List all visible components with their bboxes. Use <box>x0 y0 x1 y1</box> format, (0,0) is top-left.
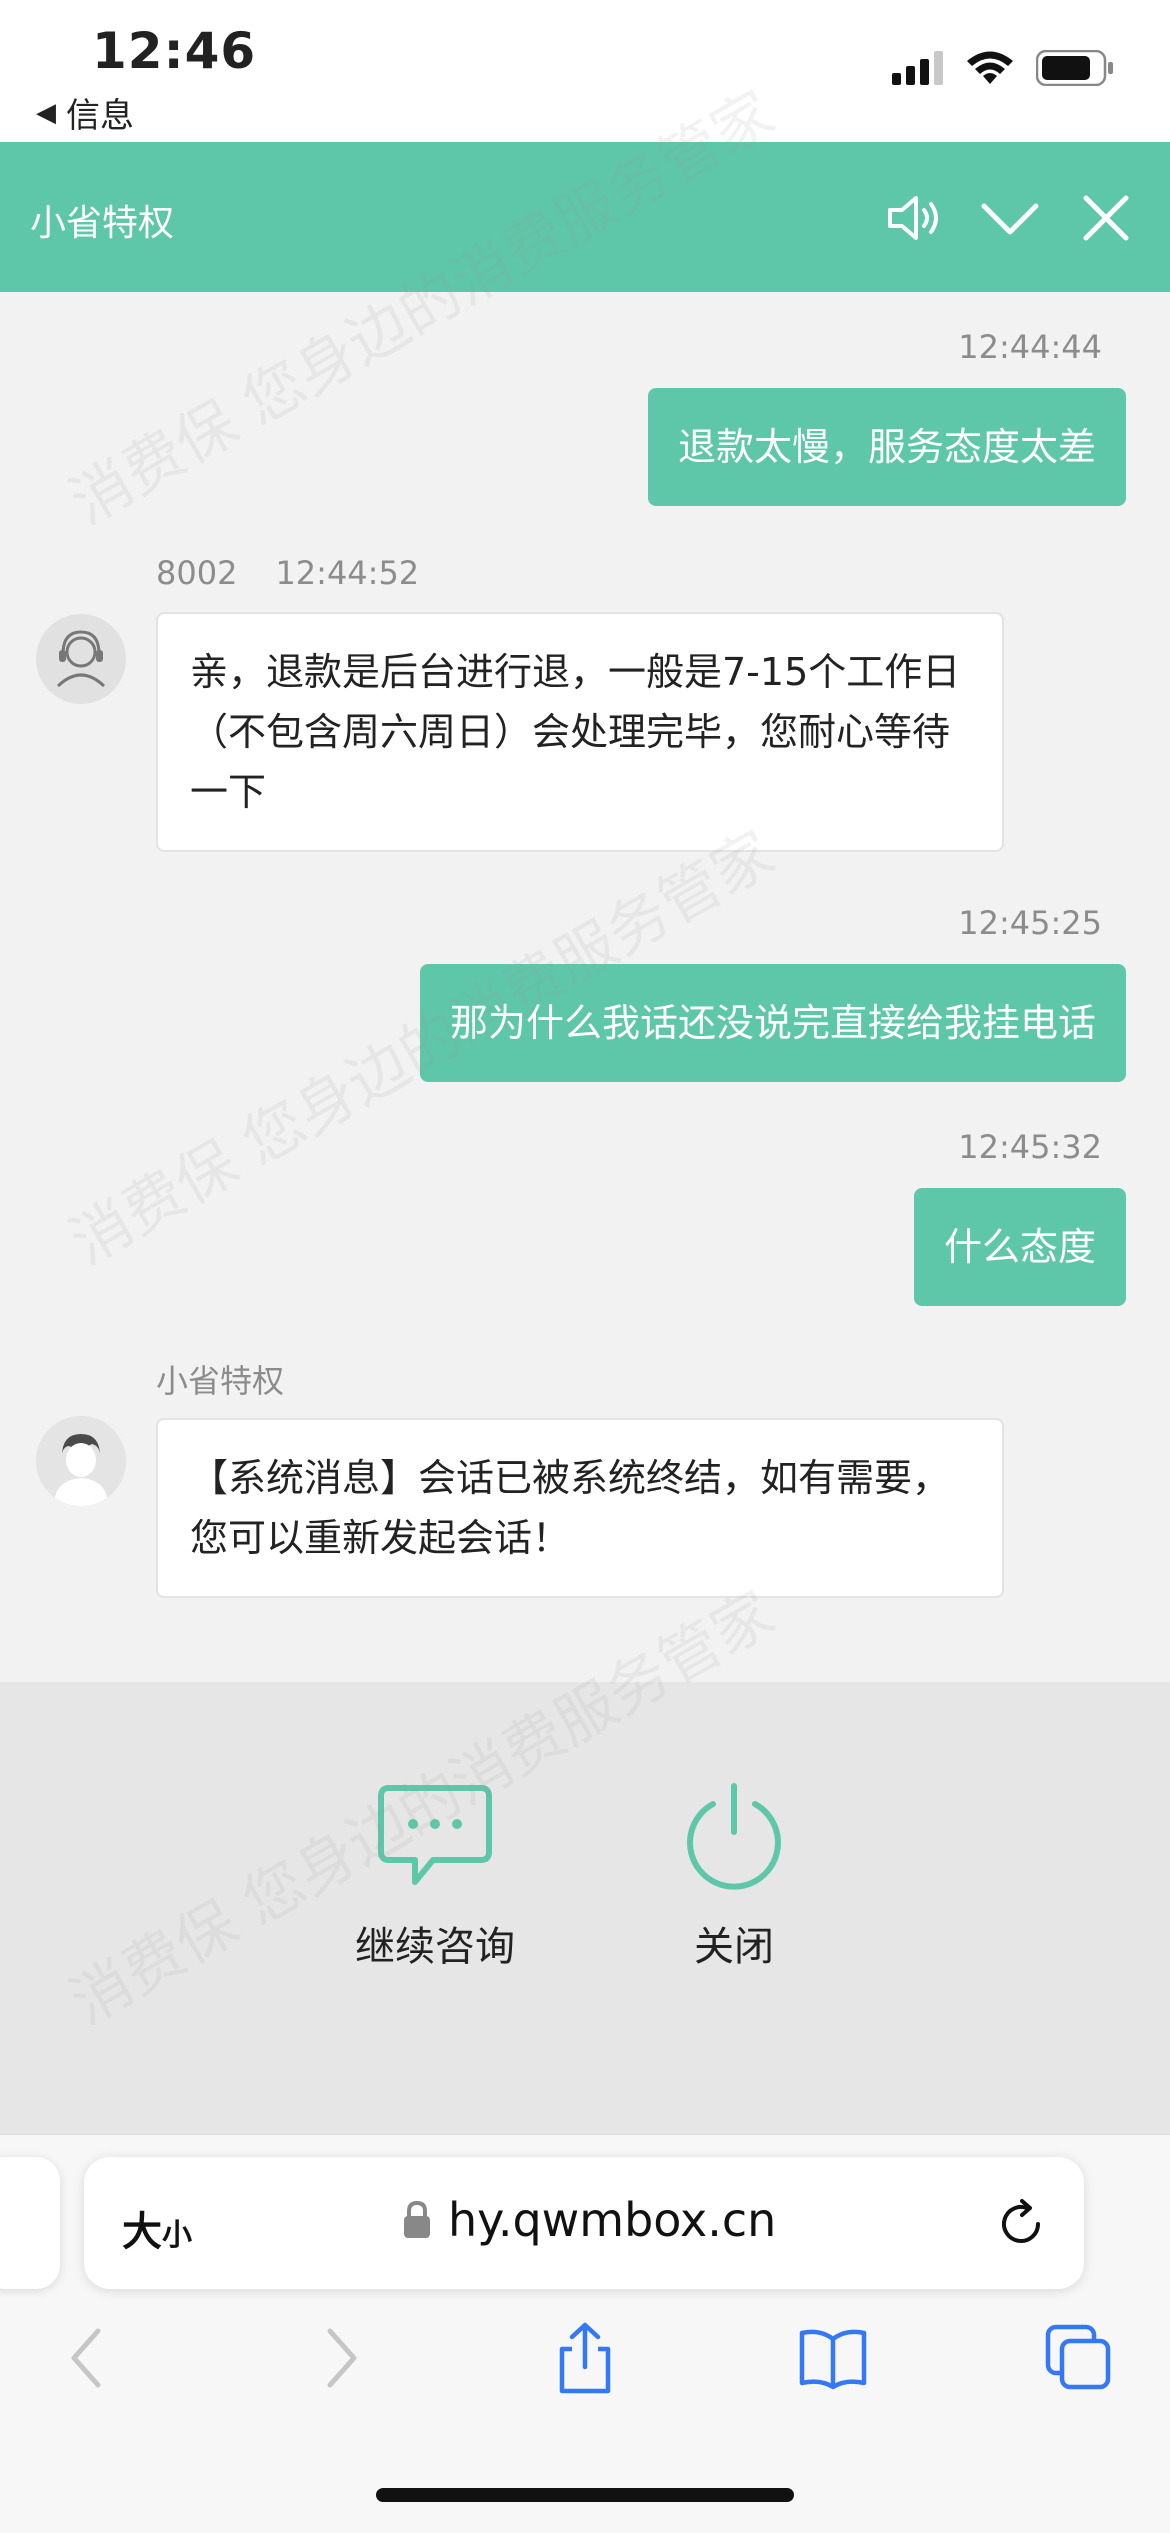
url-display[interactable]: hy.qwmbox.cn <box>402 2193 776 2247</box>
incoming-message-bubble: 亲，退款是后台进行退，一般是7-15个工作日（不包含周六周日）会处理完毕，您耐心… <box>156 612 1004 852</box>
battery-icon <box>1036 50 1113 86</box>
back-arrow-icon[interactable] <box>52 2321 126 2395</box>
wifi-icon <box>967 51 1013 84</box>
signal-icon <box>892 51 943 85</box>
close-session-label: 关闭 <box>694 1924 774 1970</box>
previous-tab-card[interactable] <box>0 2157 60 2289</box>
bookmarks-icon[interactable] <box>796 2321 870 2395</box>
text-size-button[interactable]: 大小 <box>122 2199 192 2257</box>
system-message-bubble: 【系统消息】会话已被系统终结，如有需要，您可以重新发起会话！ <box>156 1418 1004 1598</box>
lock-icon <box>404 2200 430 2238</box>
tabs-icon[interactable] <box>1042 2321 1116 2395</box>
speaker-icon[interactable] <box>884 186 948 250</box>
outgoing-message-bubble: 退款太慢，服务态度太差 <box>647 388 1126 506</box>
agent-id: 8002 <box>156 554 238 592</box>
continue-consult-button[interactable]: 继续咨询 <box>350 1782 520 1972</box>
continue-consult-label: 继续咨询 <box>355 1924 515 1970</box>
close-icon[interactable] <box>1074 186 1138 250</box>
chat-area[interactable]: 12:44:44 退款太慢，服务态度太差 8002 12:44:52 亲，退款是后… <box>0 292 1170 1682</box>
status-bar: 12:46 ◀ 信息 <box>0 0 1170 142</box>
headset-agent-icon <box>56 630 106 688</box>
sender-name: 小省特权 <box>156 1362 285 1400</box>
message-timestamp: 12:45:25 <box>958 904 1102 942</box>
forward-arrow-icon[interactable] <box>302 2321 376 2395</box>
text-size-small-label: 小 <box>162 2218 192 2253</box>
session-end-panel: 继续咨询 关闭 <box>0 1682 1170 2134</box>
chat-header: 小省特权 <box>0 142 1170 292</box>
chevron-down-icon[interactable] <box>978 186 1042 250</box>
status-indicators <box>892 50 1114 86</box>
power-icon <box>687 1783 781 1890</box>
message-timestamp: 12:45:32 <box>958 1128 1102 1166</box>
home-indicator <box>376 2488 794 2502</box>
url-text: hy.qwmbox.cn <box>448 2193 777 2247</box>
back-app-label: 信息 <box>66 96 134 136</box>
agent-avatar <box>36 614 126 704</box>
outgoing-message-bubble: 那为什么我话还没说完直接给我挂电话 <box>419 964 1126 1082</box>
close-session-button[interactable]: 关闭 <box>674 1782 794 1972</box>
address-bar[interactable]: 大小 hy.qwmbox.cn <box>84 2157 1084 2289</box>
browser-bar: 大小 hy.qwmbox.cn <box>0 2134 1170 2533</box>
chat-title: 小省特权 <box>30 203 175 244</box>
reload-icon[interactable] <box>994 2197 1048 2251</box>
outgoing-message-bubble: 什么态度 <box>913 1188 1126 1306</box>
system-avatar <box>36 1416 126 1506</box>
message-timestamp: 12:44:44 <box>958 328 1102 366</box>
text-size-large-label: 大 <box>122 2209 162 2255</box>
back-to-app-link[interactable]: ◀ 信息 <box>36 88 134 137</box>
status-time: 12:46 <box>92 22 257 80</box>
chat-bubble-icon <box>378 1785 492 1885</box>
share-icon[interactable] <box>548 2321 622 2395</box>
person-icon <box>36 1416 126 1506</box>
message-timestamp: 12:44:52 <box>275 554 420 592</box>
agent-meta: 8002 12:44:52 <box>156 554 457 592</box>
back-triangle-icon: ◀ <box>36 97 56 128</box>
